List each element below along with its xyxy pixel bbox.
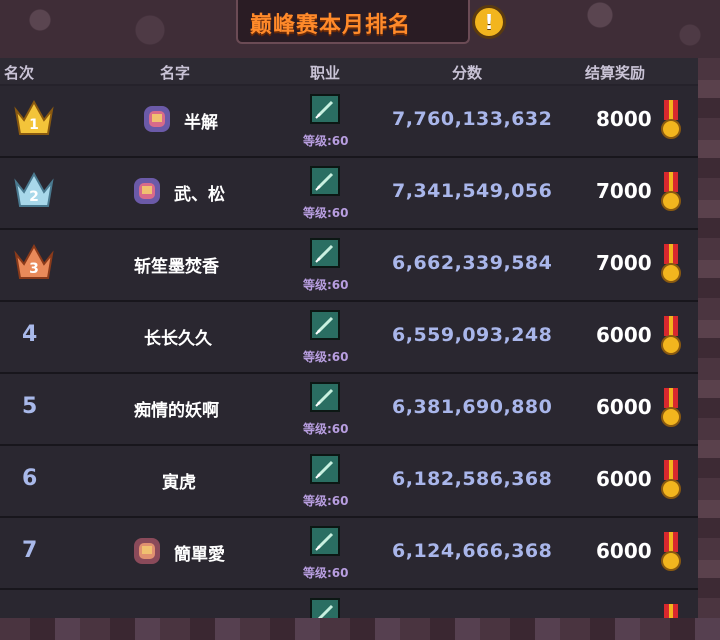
player-name: 寅虎: [162, 473, 196, 493]
crown-rank-label: 3: [29, 261, 39, 277]
table-row[interactable]: 2 武、松 等级:60 7,341,549,056 7000: [0, 158, 698, 230]
gold-crown-icon: 1: [14, 99, 54, 135]
reward-value: 7000: [596, 179, 652, 203]
table-row[interactable]: 7 簡單愛 等级:60 6,124,666,368 6000: [0, 518, 698, 590]
score-value: 6,662,339,584: [392, 252, 553, 274]
table-row[interactable]: 6 寅虎 等级:60 6,182,586,368 6000: [0, 446, 698, 518]
avatar: [134, 178, 160, 204]
info-button[interactable]: !: [472, 5, 506, 39]
medal-icon: [661, 532, 681, 571]
job-level: 等级:60: [303, 350, 349, 364]
table-row[interactable]: 5 痴情的妖啊 等级:60 6,381,690,880 6000: [0, 374, 698, 446]
table-header: 名次 名字 职业 分数 结算奖励: [0, 58, 698, 84]
player-name: 长长久久: [144, 329, 212, 349]
player-name: 半解: [184, 113, 218, 133]
job-level: 等级:60: [303, 206, 349, 220]
sword-icon: [315, 532, 334, 551]
job-level: 等级:60: [303, 278, 349, 292]
player-name: 斩笙墨焚香: [134, 257, 219, 277]
rank-number: 7: [22, 538, 38, 563]
medal-icon: [661, 460, 681, 499]
job-icon: [310, 526, 340, 556]
job-level: 等级:60: [303, 134, 349, 148]
avatar: [144, 106, 170, 132]
score-value: 7,341,549,056: [392, 180, 553, 202]
header-job: 职业: [310, 64, 341, 82]
table-row[interactable]: 1 半解 等级:60 7,760,133,632 8000: [0, 86, 698, 158]
reward-value: 8000: [596, 107, 652, 131]
crown-rank-label: 1: [29, 117, 39, 133]
sword-icon: [315, 316, 334, 335]
avatar: [134, 538, 160, 564]
job-icon: [310, 238, 340, 268]
table-row[interactable]: 4 长长久久 等级:60 6,559,093,248 6000: [0, 302, 698, 374]
score-value: 7,760,133,632: [392, 108, 553, 130]
bottom-frame: [0, 618, 720, 640]
medal-icon: [661, 316, 681, 355]
reward-value: 7000: [596, 251, 652, 275]
medal-icon: [661, 100, 681, 139]
header-name: 名字: [160, 64, 191, 82]
score-value: 6,559,093,248: [392, 324, 553, 346]
medal-icon: [661, 388, 681, 427]
header-score: 分数: [452, 64, 483, 82]
job-level: 等级:60: [303, 422, 349, 436]
ranking-panel: 名次 名字 职业 分数 结算奖励 1 半解 等级:60 7,760,133,63…: [0, 58, 698, 626]
job-icon: [310, 454, 340, 484]
rank-number: 6: [22, 466, 38, 491]
score-value: 6,381,690,880: [392, 396, 553, 418]
player-name: 痴情的妖啊: [134, 401, 219, 421]
sword-icon: [315, 172, 334, 191]
header-reward: 结算奖励: [585, 64, 646, 82]
silver-crown-icon: 2: [14, 171, 54, 207]
player-name: 簡單愛: [174, 545, 225, 565]
player-name: 武、松: [174, 185, 225, 205]
table-row[interactable]: 3 斩笙墨焚香 等级:60 6,662,339,584 7000: [0, 230, 698, 302]
reward-value: 6000: [596, 395, 652, 419]
score-value: 6,124,666,368: [392, 540, 553, 562]
job-level: 等级:60: [303, 566, 349, 580]
sword-icon: [315, 460, 334, 479]
job-level: 等级:60: [303, 494, 349, 508]
sword-icon: [315, 388, 334, 407]
job-icon: [310, 94, 340, 124]
reward-value: 6000: [596, 539, 652, 563]
job-icon: [310, 310, 340, 340]
right-frame: [698, 58, 720, 640]
header-rank: 名次: [4, 64, 35, 82]
page-title: 巅峰赛本月排名: [250, 13, 412, 38]
sword-icon: [315, 100, 334, 119]
medal-icon: [661, 244, 681, 283]
rank-number: 4: [22, 322, 38, 347]
crown-rank-label: 2: [29, 189, 39, 205]
bronze-crown-icon: 3: [14, 243, 54, 279]
job-icon: [310, 166, 340, 196]
score-value: 6,182,586,368: [392, 468, 553, 490]
rank-number: 5: [22, 394, 38, 419]
reward-value: 6000: [596, 467, 652, 491]
sword-icon: [315, 244, 334, 263]
medal-icon: [661, 172, 681, 211]
job-icon: [310, 382, 340, 412]
reward-value: 6000: [596, 323, 652, 347]
